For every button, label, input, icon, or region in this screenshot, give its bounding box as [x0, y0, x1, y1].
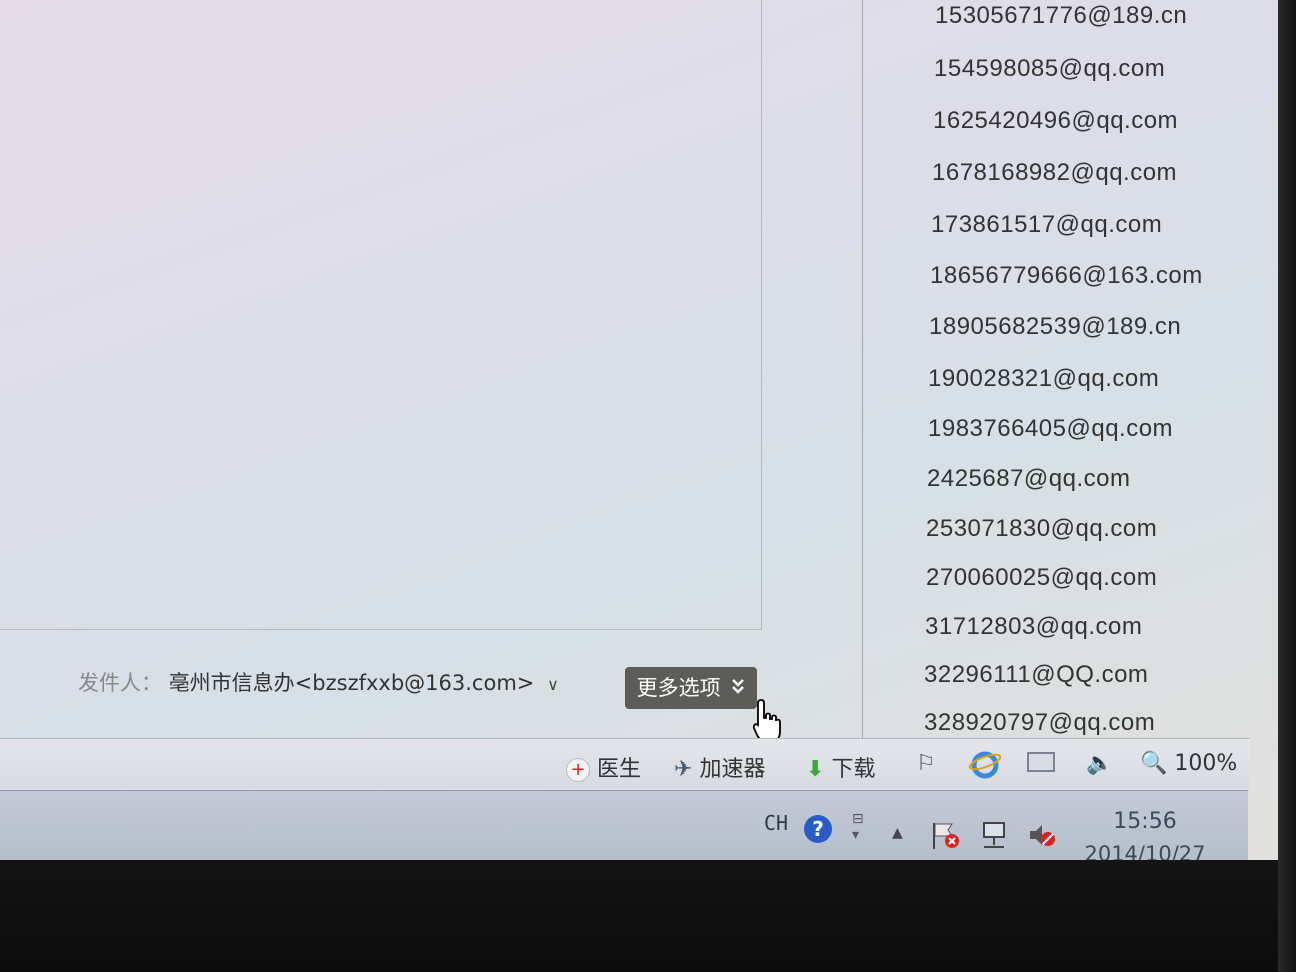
sender-label: 发件人： — [78, 671, 162, 695]
zoom-level: 100% — [1174, 751, 1238, 776]
window-icon[interactable] — [1026, 749, 1058, 781]
download-label: 下载 — [831, 757, 876, 782]
contact-item[interactable]: 1678168982@qq.com — [932, 159, 1177, 187]
taskbar: CH ? ⊟ ▾ ▲ 15:56 2014/10/27 — [0, 790, 1248, 871]
zoom-control[interactable]: 🔍 100% — [1140, 751, 1237, 776]
help-icon[interactable]: ? — [804, 815, 832, 843]
monitor-bezel-right — [1278, 0, 1296, 972]
ime-options-icon[interactable]: ⊟ ▾ — [852, 811, 864, 843]
contact-item[interactable]: 173861517@qq.com — [931, 211, 1162, 239]
rocket-icon: ✈ — [674, 757, 693, 782]
monitor-bezel-bottom — [0, 860, 1296, 972]
doctor-button[interactable]: + 医生 — [566, 751, 641, 783]
contact-item[interactable]: 270060025@qq.com — [926, 564, 1157, 592]
flag-icon[interactable]: ⚐ — [916, 751, 936, 776]
language-indicator[interactable]: CH — [764, 811, 788, 835]
sender-value: 亳州市信息办<bzszfxxb@163.com> — [168, 671, 535, 695]
contact-item[interactable]: 18905682539@189.cn — [929, 313, 1181, 341]
contact-item[interactable]: 31712803@qq.com — [925, 613, 1142, 641]
contact-item[interactable]: 154598085@qq.com — [934, 55, 1165, 83]
contact-item[interactable]: 253071830@qq.com — [926, 515, 1157, 543]
contact-item[interactable]: 1625420496@qq.com — [933, 107, 1178, 135]
download-button[interactable]: ⬇ 下载 — [806, 751, 875, 783]
system-clock[interactable]: 15:56 2014/10/27 — [1080, 809, 1210, 866]
chevron-down-icon[interactable]: ∨ — [547, 675, 559, 694]
contact-item[interactable]: 18656779666@163.com — [930, 262, 1203, 290]
network-icon[interactable] — [978, 821, 1010, 856]
plus-icon: + — [566, 758, 590, 782]
volume-muted-icon[interactable] — [1026, 821, 1058, 856]
double-chevron-down-icon — [731, 668, 745, 710]
download-arrow-icon: ⬇ — [806, 757, 825, 782]
accelerator-label: 加速器 — [699, 757, 766, 782]
contact-item[interactable]: 2425687@qq.com — [927, 465, 1131, 493]
speaker-icon[interactable]: 🔈 — [1086, 751, 1113, 776]
show-hidden-icons-icon[interactable]: ▲ — [892, 825, 903, 841]
browser-status-bar: + 医生 ✈ 加速器 ⬇ 下载 ⚐ 🔈 🔍 100% — [0, 738, 1250, 789]
screen: 15305671776@189.cn 154598085@qq.com 1625… — [0, 0, 1280, 875]
contact-item[interactable]: 15305671776@189.cn — [935, 2, 1187, 30]
contact-item[interactable]: 190028321@qq.com — [928, 365, 1159, 393]
accelerator-button[interactable]: ✈ 加速器 — [674, 751, 765, 783]
clock-time: 15:56 — [1113, 809, 1177, 834]
ie-icon[interactable] — [968, 747, 1002, 787]
doctor-label: 医生 — [597, 757, 642, 782]
action-center-flag-icon[interactable] — [930, 821, 962, 856]
contact-item[interactable]: 1983766405@qq.com — [928, 415, 1173, 443]
more-options-label: 更多选项 — [636, 676, 721, 700]
more-options-button[interactable]: 更多选项 — [625, 667, 757, 709]
panel-divider — [862, 0, 863, 740]
magnifier-icon: 🔍 — [1140, 751, 1168, 776]
sender-field[interactable]: 发件人： 亳州市信息办<bzszfxxb@163.com> ∨ — [78, 667, 559, 697]
contact-item[interactable]: 32296111@QQ.com — [924, 661, 1148, 689]
compose-body[interactable] — [0, 0, 762, 630]
contact-item[interactable]: 328920797@qq.com — [924, 709, 1155, 737]
